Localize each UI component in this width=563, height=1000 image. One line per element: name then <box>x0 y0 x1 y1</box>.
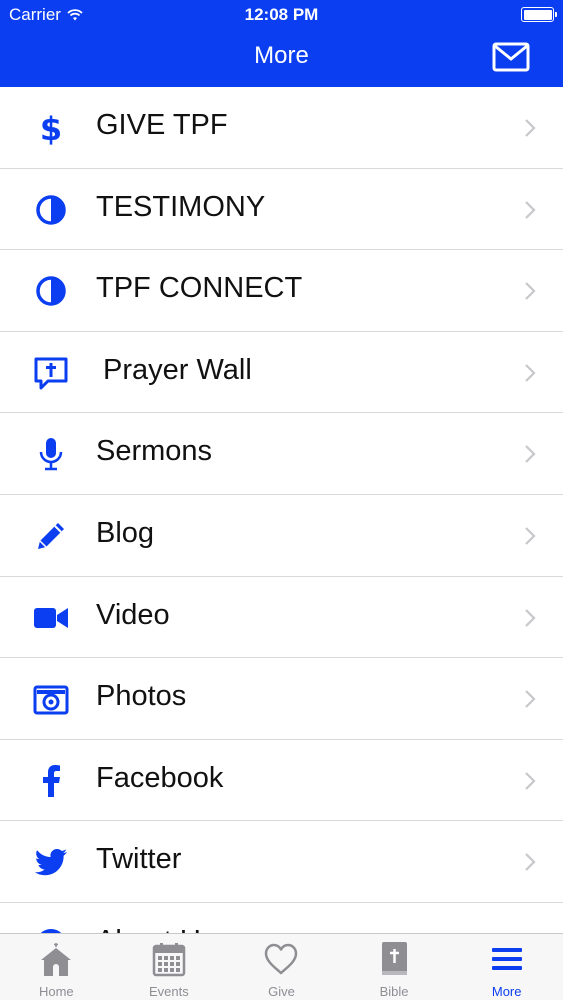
menu-item-label: TPF CONNECT <box>96 272 303 305</box>
envelope-icon <box>492 42 530 72</box>
chevron-right-icon <box>525 445 536 464</box>
info-icon <box>33 926 69 933</box>
heart-icon <box>263 941 299 977</box>
microphone-icon <box>33 436 69 472</box>
menu-item-label: Twitter <box>96 843 182 876</box>
chevron-right-icon <box>525 771 536 790</box>
menu-item-testimony[interactable]: TESTIMONY <box>0 169 563 251</box>
menu-item-photos[interactable]: Photos <box>0 658 563 740</box>
menu-item-label: Photos <box>96 680 187 713</box>
battery-icon <box>521 7 557 22</box>
menu-item-tpf-connect[interactable]: TPF CONNECT <box>0 250 563 332</box>
video-camera-icon <box>33 600 69 636</box>
twitter-icon <box>33 844 69 880</box>
menu-item-give-tpf[interactable]: $ GIVE TPF <box>0 87 563 169</box>
tab-events[interactable]: Events <box>113 934 226 1000</box>
status-bar: Carrier 12:08 PM <box>0 0 563 30</box>
tab-more[interactable]: More <box>450 934 563 1000</box>
menu-icon <box>489 941 525 977</box>
menu-item-label: About Us <box>96 925 215 933</box>
menu-item-label: Facebook <box>96 761 224 794</box>
tab-home[interactable]: Home <box>0 934 113 1000</box>
chevron-right-icon <box>525 282 536 300</box>
menu-item-prayer-wall[interactable]: Prayer Wall <box>0 332 563 414</box>
dollar-icon: $ <box>33 110 69 146</box>
bible-icon <box>376 941 412 977</box>
chevron-right-icon <box>525 119 536 137</box>
menu-item-twitter[interactable]: Twitter <box>0 821 563 903</box>
calendar-icon <box>151 941 187 977</box>
menu-item-label: Prayer Wall <box>103 353 252 386</box>
prayer-bubble-icon <box>33 355 69 391</box>
mail-button[interactable] <box>492 42 530 72</box>
menu-item-label: Video <box>96 598 170 631</box>
menu-item-facebook[interactable]: Facebook <box>0 740 563 822</box>
more-menu-list: $ GIVE TPF TESTIMONY TPF CONNECT Prayer … <box>0 87 563 933</box>
tab-label: Events <box>149 984 189 999</box>
menu-item-blog[interactable]: Blog <box>0 495 563 577</box>
tab-label: More <box>491 984 522 999</box>
page-title: More <box>254 42 309 69</box>
chevron-right-icon <box>525 200 536 219</box>
tab-bar: Home Events Give Bible More <box>0 933 563 1000</box>
chevron-right-icon <box>525 527 536 545</box>
chevron-right-icon <box>525 608 536 627</box>
menu-item-video[interactable]: Video <box>0 577 563 659</box>
menu-item-label: Blog <box>96 516 155 549</box>
half-circle-icon <box>33 273 69 309</box>
chevron-right-icon <box>525 364 536 382</box>
menu-item-sermons[interactable]: Sermons <box>0 413 563 495</box>
tab-label: Home <box>38 984 74 999</box>
status-time: 12:08 PM <box>244 5 319 24</box>
camera-icon <box>33 681 69 717</box>
chevron-right-icon <box>525 690 536 708</box>
tab-label: Give <box>268 984 295 999</box>
menu-item-label: TESTIMONY <box>96 190 266 223</box>
menu-item-label: GIVE TPF <box>96 109 228 141</box>
menu-item-about-us[interactable]: About Us <box>0 903 563 933</box>
tab-bible[interactable]: Bible <box>338 934 451 1000</box>
svg-text:$: $ <box>40 110 62 146</box>
chevron-right-icon <box>525 853 536 872</box>
home-icon <box>38 941 74 977</box>
menu-item-label: Sermons <box>96 435 213 468</box>
half-circle-icon <box>33 192 69 228</box>
facebook-icon <box>33 763 69 799</box>
navigation-header: Carrier 12:08 PM More <box>0 0 563 87</box>
tab-give[interactable]: Give <box>225 934 338 1000</box>
pencil-icon <box>33 518 69 554</box>
tab-label: Bible <box>379 984 409 999</box>
